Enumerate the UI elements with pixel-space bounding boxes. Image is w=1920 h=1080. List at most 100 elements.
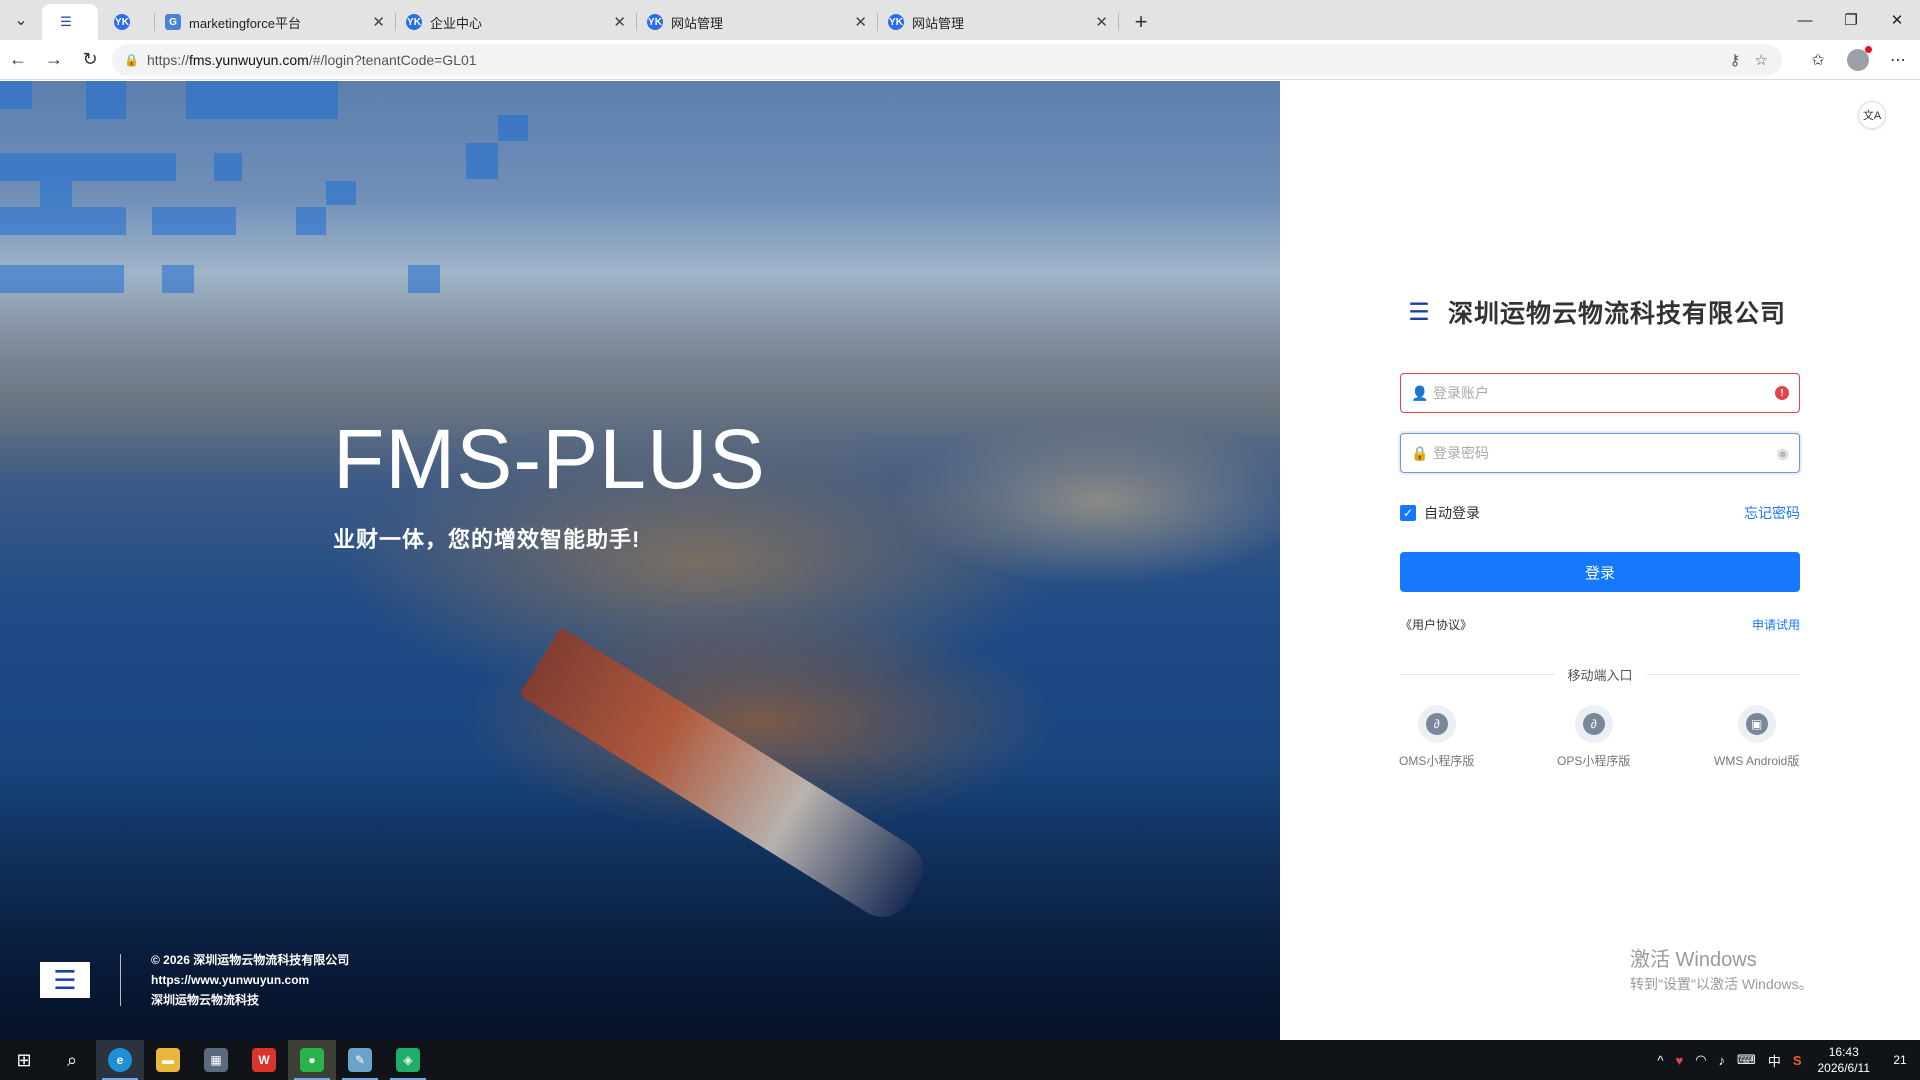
avatar: [1847, 46, 1872, 71]
mobile-entry-oms[interactable]: ∂ OMS小程序版: [1399, 705, 1474, 769]
address-bar[interactable]: 🔒 https://fms.yunwuyun.com/#/login?tenan…: [112, 44, 1782, 76]
tab-site-management-1[interactable]: YK 网站管理 ✕: [637, 4, 877, 40]
taskbar-calculator[interactable]: ▦: [192, 1040, 240, 1080]
mobile-entry-wms-android[interactable]: ▣ WMS Android版: [1714, 705, 1799, 769]
favorite-star-icon[interactable]: ☆: [1755, 51, 1768, 69]
decor-block: [498, 115, 528, 141]
account-input[interactable]: [1433, 385, 1775, 401]
translate-icon[interactable]: 文A: [1858, 101, 1886, 129]
network-icon[interactable]: ◠: [1689, 1052, 1712, 1068]
favorites-icon[interactable]: ✩: [1802, 44, 1834, 76]
key-icon[interactable]: ⚷: [1730, 51, 1741, 69]
login-panel: 文A ☰ 深圳运物云物流科技有限公司 👤 ! 🔒 ◉ ✓ 自动登录 忘记密码 登…: [1280, 81, 1920, 1040]
tab-yk-pinned[interactable]: YK: [98, 4, 154, 40]
reload-button[interactable]: ↻: [72, 42, 108, 78]
keyboard-icon[interactable]: ⌨: [1731, 1052, 1762, 1068]
footer-divider: [120, 954, 121, 1006]
company-name: 深圳运物云物流科技有限公司: [1448, 300, 1787, 328]
notification-center-button[interactable]: 21: [1880, 1040, 1920, 1080]
brand-header: ☰ 深圳运物云物流科技有限公司: [1406, 294, 1786, 330]
start-button[interactable]: ⊞: [0, 1040, 48, 1080]
close-window-icon[interactable]: ✕: [1874, 0, 1920, 40]
search-icon: ⌕: [66, 1049, 78, 1070]
forward-button[interactable]: →: [36, 42, 72, 78]
profile-avatar[interactable]: [1842, 44, 1874, 76]
close-icon[interactable]: ✕: [372, 13, 385, 31]
taskbar-app[interactable]: ◈: [384, 1040, 432, 1080]
taskbar-wechat[interactable]: ●: [288, 1040, 336, 1080]
sogou-input-icon[interactable]: S: [1787, 1053, 1808, 1068]
restore-icon[interactable]: ❐: [1828, 0, 1874, 40]
yk-logo-icon: YK: [114, 14, 130, 30]
account-field: 👤 !: [1400, 373, 1800, 413]
ime-indicator[interactable]: 中: [1762, 1051, 1787, 1070]
tab-label: 网站管理: [671, 15, 724, 31]
hero-footer: ☰ © 2026 深圳运物云物流科技有限公司 https://www.yunwu…: [40, 950, 349, 1010]
tab-label: marketingforce平台: [189, 15, 301, 31]
decor-block: [152, 207, 236, 235]
tab-actions-menu-button[interactable]: ⌄: [4, 3, 38, 37]
more-menu-icon[interactable]: ⋯: [1882, 44, 1914, 76]
address-toolbar: ← → ↻ 🔒 https://fms.yunwuyun.com/#/login…: [0, 40, 1920, 80]
decor-block: [0, 207, 126, 235]
decor-block: [0, 153, 176, 181]
volume-icon[interactable]: ♪: [1713, 1053, 1732, 1068]
tab-separator: [1118, 13, 1119, 31]
tab-site-management-2[interactable]: YK 网站管理 ✕: [878, 4, 1118, 40]
minimize-icon[interactable]: —: [1782, 0, 1828, 40]
folder-icon: ▬: [156, 1048, 180, 1072]
system-clock[interactable]: 16:43 2026/6/11: [1808, 1044, 1881, 1076]
close-icon[interactable]: ✕: [613, 13, 626, 31]
decor-block: [0, 81, 32, 109]
notepad-icon: ✎: [348, 1048, 372, 1072]
mobile-entry-label: WMS Android版: [1714, 754, 1800, 768]
taskbar-wps[interactable]: W: [240, 1040, 288, 1080]
taskbar-notes[interactable]: ✎: [336, 1040, 384, 1080]
tab-fms-login[interactable]: ☰: [42, 4, 98, 40]
decor-block: [408, 265, 440, 293]
decor-block: [86, 81, 126, 119]
login-button[interactable]: 登录: [1400, 552, 1800, 592]
taskbar-edge[interactable]: e: [96, 1040, 144, 1080]
system-tray: ^ ♥ ◠ ♪ ⌨ 中 S 16:43 2026/6/11 21: [1651, 1040, 1920, 1080]
lock-icon[interactable]: 🔒: [124, 53, 139, 67]
back-button[interactable]: ←: [0, 42, 36, 78]
company-logo-icon: ☰: [40, 962, 90, 998]
window-controls: — ❐ ✕: [1782, 0, 1920, 40]
windows-logo-icon: ⊞: [16, 1049, 32, 1070]
search-button[interactable]: ⌕: [48, 1040, 96, 1080]
tab-label: 企业中心: [430, 15, 483, 31]
close-icon[interactable]: ✕: [854, 13, 867, 31]
password-input[interactable]: [1433, 445, 1777, 461]
mini-program-icon: ∂: [1417, 705, 1456, 743]
new-tab-button[interactable]: +: [1123, 4, 1159, 40]
yk-logo-icon: YK: [406, 14, 422, 30]
forgot-password-link[interactable]: 忘记密码: [1744, 503, 1800, 523]
company-logo-icon: ☰: [1408, 298, 1430, 326]
footer-company: 深圳运物云物流科技: [151, 993, 260, 1007]
android-icon: ▣: [1737, 705, 1776, 743]
mobile-entry-ops[interactable]: ∂ OPS小程序版: [1557, 705, 1630, 769]
notification-count: 21: [1893, 1053, 1907, 1067]
checkbox-checked-icon[interactable]: ✓: [1400, 505, 1416, 521]
tab-enterprise-center[interactable]: YK 企业中心 ✕: [396, 4, 636, 40]
taskbar-file-explorer[interactable]: ▬: [144, 1040, 192, 1080]
mobile-entry-label: OPS小程序版: [1557, 754, 1631, 768]
clock-date: 2026/6/11: [1817, 1061, 1871, 1075]
remember-me[interactable]: ✓ 自动登录: [1400, 503, 1480, 523]
eye-icon[interactable]: ◉: [1777, 445, 1789, 462]
remember-label: 自动登录: [1424, 505, 1480, 521]
mobile-section-label: 移动端入口: [1567, 668, 1633, 683]
decor-block: [466, 143, 498, 179]
yk-logo-icon: YK: [888, 14, 904, 30]
security-app-icon[interactable]: ♥: [1669, 1053, 1689, 1068]
close-icon[interactable]: ✕: [1095, 13, 1108, 31]
tab-marketingforce[interactable]: G marketingforce平台 ✕: [155, 4, 395, 40]
chevron-up-icon[interactable]: ^: [1651, 1053, 1669, 1068]
hero-subtitle: 业财一体，您的增效智能助手!: [333, 527, 641, 552]
user-agreement-link[interactable]: 《用户协议》: [1400, 616, 1472, 633]
footer-copyright: © 2026 深圳运物云物流科技有限公司: [151, 953, 350, 967]
apply-trial-link[interactable]: 申请试用: [1752, 616, 1800, 633]
yk-logo-icon: YK: [647, 14, 663, 30]
windows-taskbar: ⊞ ⌕ e ▬ ▦ W ● ✎ ◈ ^ ♥ ◠ ♪ ⌨ 中 S 16:43 20…: [0, 1040, 1920, 1080]
